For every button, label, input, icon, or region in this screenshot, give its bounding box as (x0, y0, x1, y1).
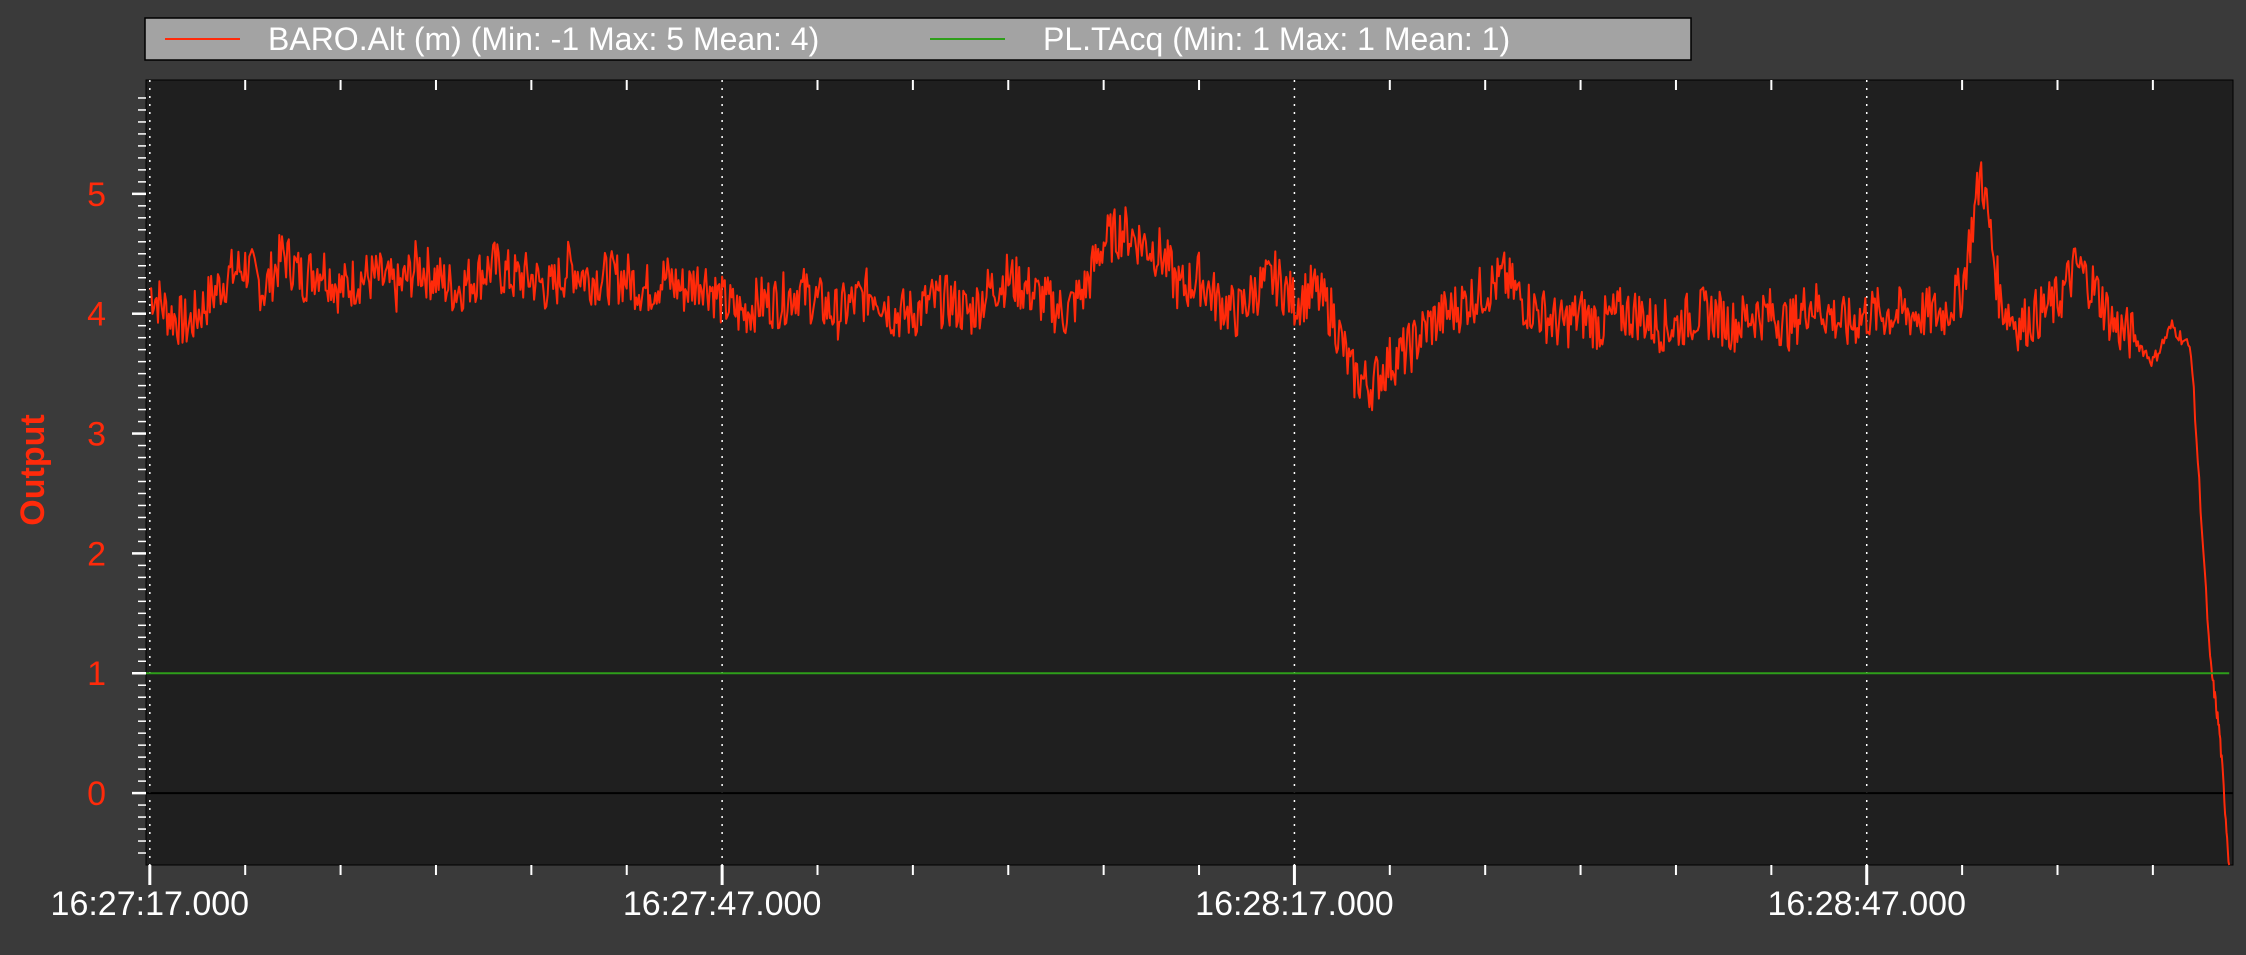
plot-area (145, 79, 2234, 866)
y-tick-label: 2 (87, 535, 106, 573)
chart-svg: 16:27:17.000 16:27:47.000 16:28:17.000 16:2… (0, 0, 2246, 950)
y-axis-title: Output (14, 414, 52, 525)
legend[interactable]: BARO.Alt (m) (Min: -1 Max: 5 Mean: 4) PL… (144, 17, 1692, 61)
legend-label-baro-alt[interactable]: BARO.Alt (m) (Min: -1 Max: 5 Mean: 4) (268, 21, 819, 57)
x-tick-label: 16:27:17.000 (51, 885, 250, 923)
x-tick-label: 16:28:17.000 (1195, 885, 1394, 923)
x-tick-label: 16:28:47.000 (1767, 885, 1966, 923)
y-tick-label: 1 (87, 655, 106, 693)
x-tick-label: 16:27:47.000 (623, 885, 822, 923)
y-tick-label: 3 (87, 416, 106, 454)
chart-container: 16:27:17.000 16:27:47.000 16:28:17.000 16:2… (0, 0, 2246, 950)
y-tick-label: 0 (87, 775, 106, 813)
y-tick-label: 4 (87, 296, 106, 334)
legend-label-pl-tacq[interactable]: PL.TAcq (Min: 1 Max: 1 Mean: 1) (1043, 21, 1510, 57)
y-tick-label: 5 (87, 176, 106, 214)
